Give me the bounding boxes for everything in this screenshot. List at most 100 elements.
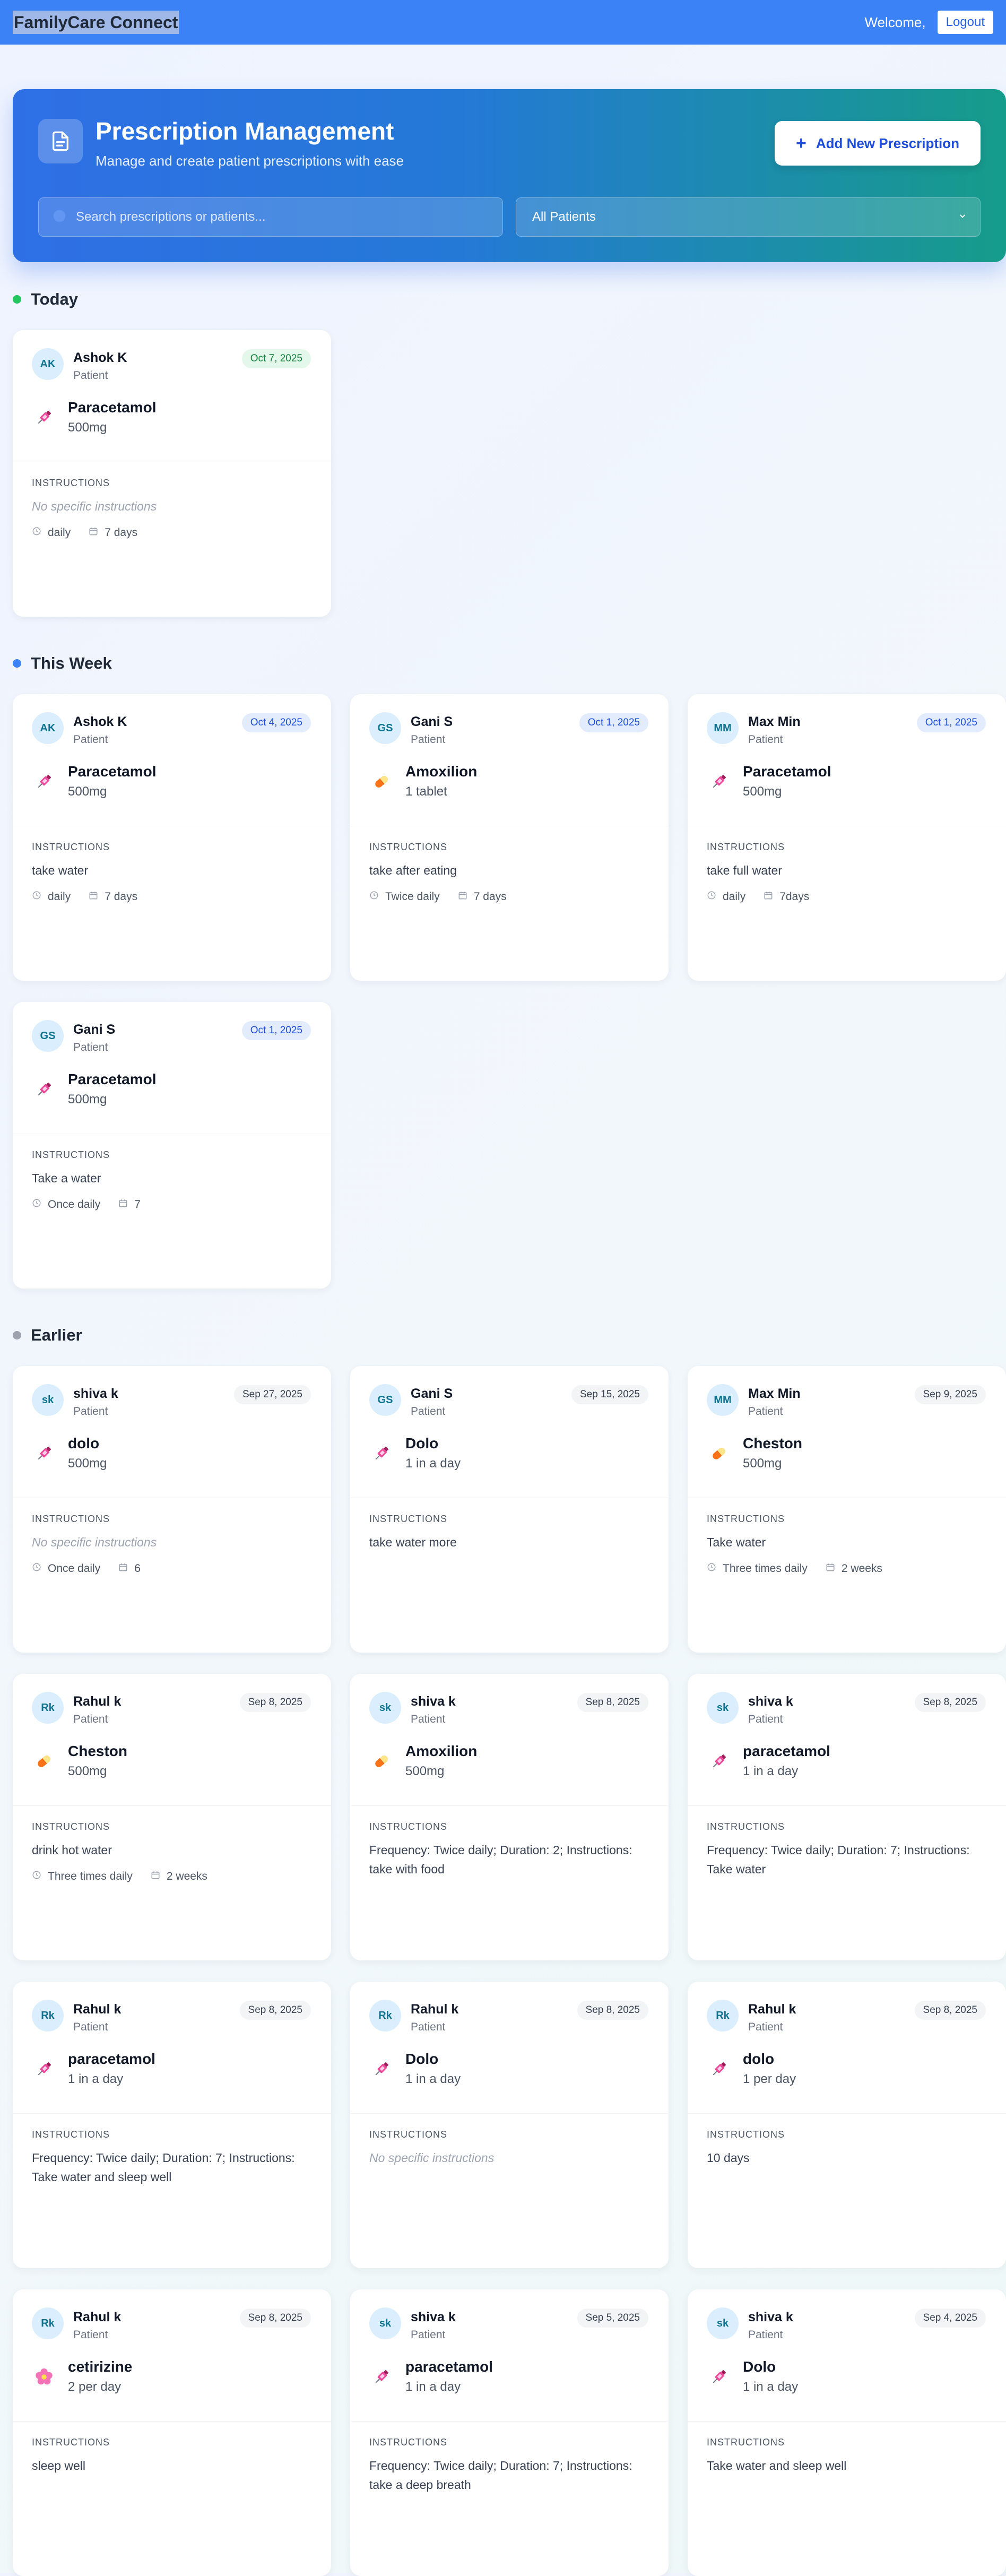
card-divider (13, 2421, 331, 2422)
frequency: Once daily (32, 1562, 100, 1575)
medication-name: paracetamol (68, 2051, 155, 2067)
prescription-card[interactable]: AK Ashok K Patient Oct 4, 2025 Paracetam… (13, 694, 331, 981)
avatar: Rk (707, 2000, 739, 2032)
syringe-icon (34, 1079, 54, 1100)
frequency: Three times daily (707, 1562, 808, 1575)
date-badge: Sep 8, 2025 (914, 1693, 986, 1712)
medication-name: Paracetamol (68, 1071, 157, 1087)
duration-value: 7 days (473, 891, 507, 903)
medication-dose: 2 per day (68, 2380, 122, 2394)
frequency-value: Three times daily (723, 1562, 808, 1575)
page-title: Prescription Management (96, 117, 394, 145)
document-icon (38, 119, 83, 163)
instructions-text: Take water (707, 1535, 766, 1549)
prescription-card[interactable]: GS Gani S Patient Sep 15, 2025 Dolo 1 in… (350, 1366, 669, 1653)
prescription-card[interactable]: Rk Rahul k Patient Sep 8, 2025 dolo 1 pe… (688, 1982, 1006, 2268)
flower-icon (34, 2367, 54, 2387)
prescription-card[interactable]: sk shiva k Patient Sep 5, 2025 paracetam… (350, 2289, 669, 2576)
prescription-card[interactable]: sk shiva k Patient Sep 8, 2025 Amoxilion… (350, 1674, 669, 1960)
patient-name: Gani S (73, 1022, 116, 1037)
prescription-card[interactable]: GS Gani S Patient Oct 1, 2025 Amoxilion … (350, 694, 669, 981)
frequency-value: Three times daily (48, 1870, 133, 1882)
duration-value: 7days (779, 891, 810, 903)
duration: 7 days (89, 891, 137, 903)
section-header-week: This Week (13, 654, 112, 673)
prescription-card[interactable]: Rk Rahul k Patient Sep 8, 2025 paracetam… (13, 1982, 331, 2268)
patient-name: Max Min (748, 1386, 801, 1401)
clock-icon (32, 526, 41, 539)
prescription-card[interactable]: MM Max Min Patient Oct 1, 2025 Paracetam… (688, 694, 1006, 981)
calendar-icon (118, 1562, 128, 1575)
search-input[interactable] (76, 210, 490, 224)
syringe-icon (371, 2059, 392, 2079)
medication-dose: 1 in a day (405, 2380, 461, 2394)
date-badge: Sep 4, 2025 (914, 2309, 986, 2328)
instructions-label: INSTRUCTIONS (32, 1821, 110, 1832)
medication-dose: 1 in a day (743, 1764, 799, 1778)
frequency: Once daily (32, 1198, 100, 1211)
patient-role: Patient (73, 369, 108, 382)
patient-role: Patient (748, 1405, 783, 1417)
welcome-text: Welcome, (864, 14, 926, 30)
page-subtitle: Manage and create patient prescriptions … (96, 153, 404, 169)
prescription-card[interactable]: sk shiva k Patient Sep 4, 2025 Dolo 1 in… (688, 2289, 1006, 2576)
duration-value: 2 weeks (841, 1562, 882, 1575)
capsule-icon (34, 1751, 54, 1771)
instructions-text: Take a water (32, 1171, 101, 1185)
instructions-text: Frequency: Twice daily; Duration: 7; Ins… (369, 2459, 632, 2492)
patient-name: Rahul k (411, 2002, 459, 2017)
medication-name: paracetamol (743, 1743, 830, 1759)
calendar-icon (826, 1562, 835, 1575)
avatar: Rk (32, 1692, 64, 1724)
card-divider (688, 1805, 1006, 1806)
patient-role: Patient (73, 1041, 108, 1053)
patient-role: Patient (411, 733, 446, 746)
duration-value: 7 days (105, 526, 138, 539)
prescription-card[interactable]: sk shiva k Patient Sep 27, 2025 dolo 500… (13, 1366, 331, 1653)
schedule-meta: Three times daily 2 weeks (32, 1870, 207, 1883)
prescription-card[interactable]: Rk Rahul k Patient Sep 8, 2025 Cheston 5… (13, 1674, 331, 1960)
avatar: Rk (369, 2000, 401, 2032)
avatar: GS (32, 1020, 64, 1052)
date-badge: Sep 15, 2025 (571, 1385, 648, 1404)
instructions-text: Frequency: Twice daily; Duration: 7; Ins… (32, 2151, 295, 2184)
syringe-icon (371, 2367, 392, 2387)
clock-icon (32, 1562, 41, 1575)
medication-dose: 500mg (68, 1764, 107, 1778)
prescription-card[interactable]: Rk Rahul k Patient Sep 8, 2025 Dolo 1 in… (350, 1982, 669, 2268)
add-prescription-button[interactable]: + Add New Prescription (775, 121, 981, 166)
syringe-icon (709, 2367, 729, 2387)
patient-name: shiva k (748, 2310, 793, 2324)
patient-name: Max Min (748, 714, 801, 729)
patient-role: Patient (748, 2329, 783, 2341)
calendar-icon (118, 1198, 128, 1211)
clock-icon (369, 891, 379, 903)
instructions-text: take full water (707, 863, 782, 877)
patient-role: Patient (748, 1713, 783, 1725)
patient-role: Patient (748, 733, 783, 746)
avatar: Rk (32, 2307, 64, 2339)
calendar-icon (764, 891, 773, 903)
prescription-card[interactable]: Rk Rahul k Patient Sep 8, 2025 cetirizin… (13, 2289, 331, 2576)
brand-logo[interactable]: FamilyCare Connect (13, 11, 179, 34)
duration-value: 7 (134, 1198, 141, 1211)
duration: 7days (764, 891, 809, 903)
instructions-text: take after eating (369, 863, 457, 877)
prescription-card[interactable]: sk shiva k Patient Sep 8, 2025 paracetam… (688, 1674, 1006, 1960)
section-title: Earlier (31, 1326, 82, 1344)
date-badge: Oct 4, 2025 (241, 713, 311, 732)
medication-dose: 500mg (68, 784, 107, 799)
prescription-card[interactable]: GS Gani S Patient Oct 1, 2025 Paracetamo… (13, 1002, 331, 1289)
instructions-label: INSTRUCTIONS (707, 1821, 785, 1832)
avatar: sk (369, 1692, 401, 1724)
patient-filter-select[interactable]: All Patients (516, 197, 981, 237)
logout-button[interactable]: Logout (937, 11, 993, 34)
prescription-card[interactable]: AK Ashok K Patient Oct 7, 2025 Paracetam… (13, 330, 331, 617)
card-divider (13, 2113, 331, 2114)
frequency: Twice daily (369, 891, 440, 903)
schedule-meta: Twice daily 7 days (369, 891, 507, 903)
prescription-card[interactable]: MM Max Min Patient Sep 9, 2025 Cheston 5… (688, 1366, 1006, 1653)
instructions-text: Take water and sleep well (707, 2459, 847, 2473)
search-box[interactable] (38, 197, 503, 237)
instructions-label: INSTRUCTIONS (369, 1514, 447, 1524)
